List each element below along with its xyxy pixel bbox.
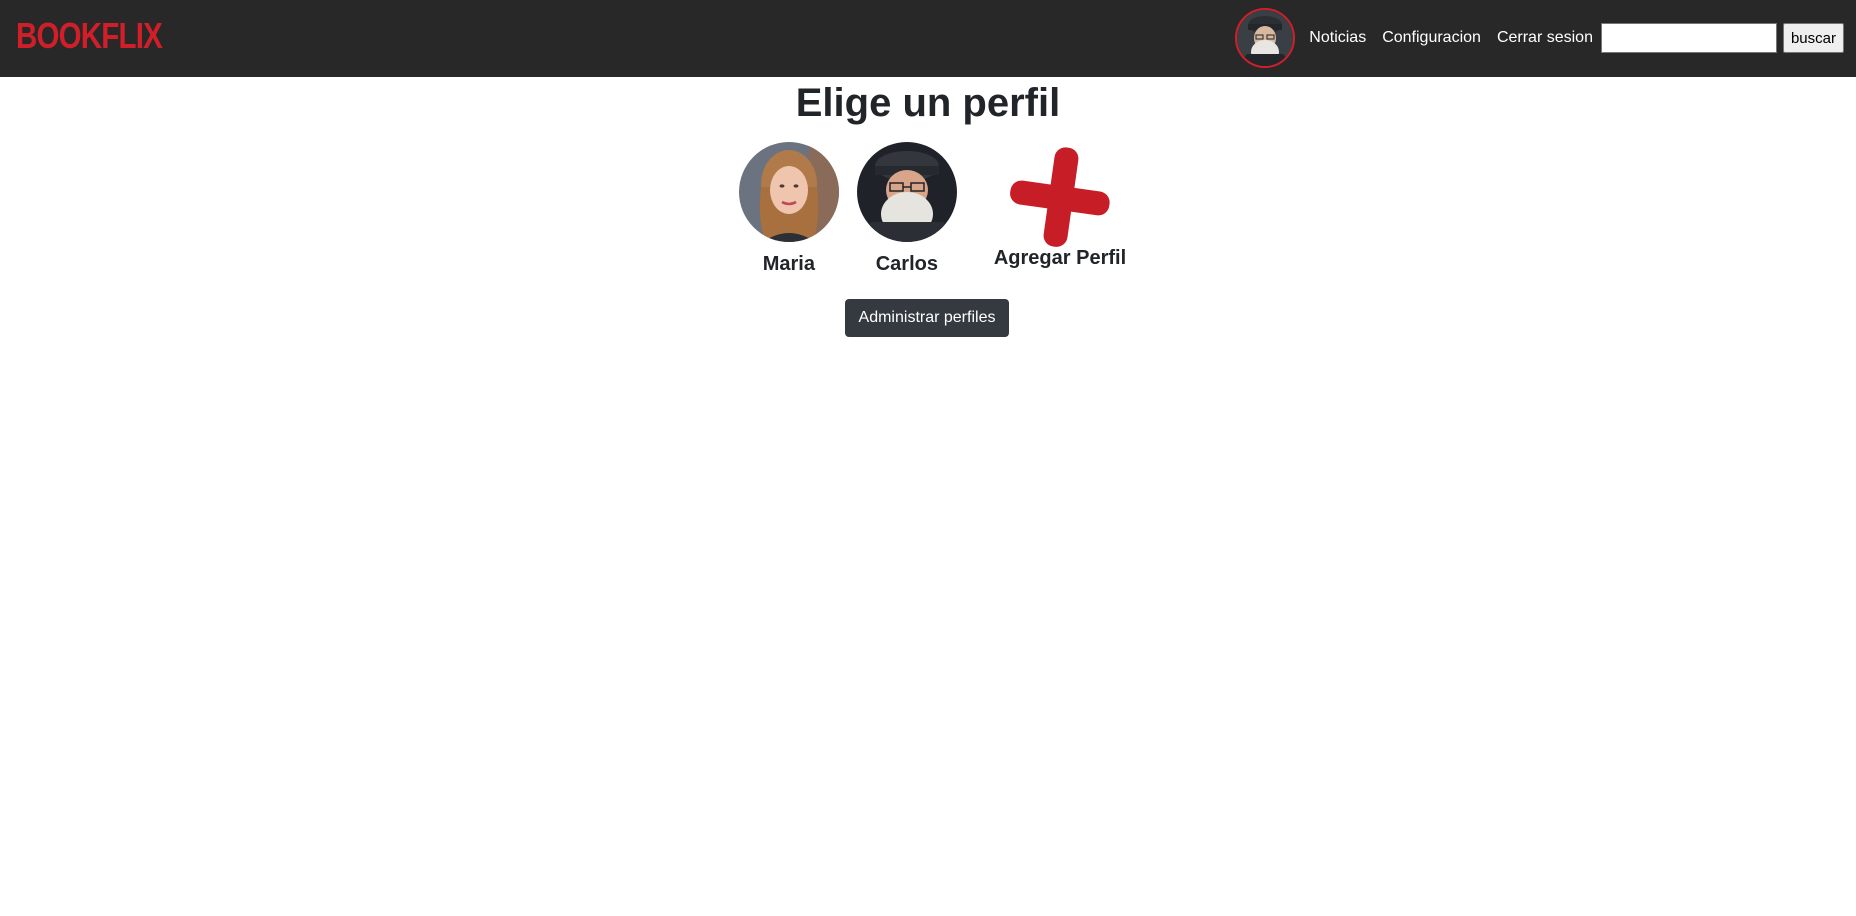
profile-avatar-maria[interactable]	[738, 142, 839, 242]
nav-link-configuracion[interactable]: Configuracion	[1382, 29, 1481, 47]
top-navbar: BOOKFLIX Noticias Configuracion Cerrar s…	[0, 0, 1856, 77]
profile-card-carlos[interactable]: Carlos	[856, 142, 957, 276]
nav-link-cerrar-sesion[interactable]: Cerrar sesion	[1497, 29, 1593, 47]
brand-logo[interactable]: BOOKFLIX	[16, 14, 163, 58]
manage-profiles-button[interactable]: Administrar perfiles	[845, 299, 1009, 337]
user-avatar-icon[interactable]	[1235, 8, 1296, 68]
search-button[interactable]: buscar	[1782, 23, 1844, 53]
profile-avatar-carlos[interactable]	[856, 142, 957, 242]
add-profile-button[interactable]: Agregar Perfil	[994, 142, 1126, 270]
profile-card-maria[interactable]: Maria	[738, 142, 839, 276]
nav-right-group: Noticias Configuracion Cerrar sesion bus…	[1235, 7, 1844, 69]
profile-list: Maria Carlos Agregar Perfil	[0, 142, 1856, 276]
add-profile-label: Agregar Perfil	[993, 247, 1127, 269]
nav-link-noticias[interactable]: Noticias	[1309, 29, 1366, 47]
plus-icon[interactable]	[1005, 142, 1115, 252]
profile-name-maria: Maria	[762, 253, 815, 275]
search-input[interactable]	[1600, 23, 1777, 53]
profile-name-carlos: Carlos	[875, 253, 938, 275]
page-title: Elige un perfil	[795, 81, 1061, 125]
